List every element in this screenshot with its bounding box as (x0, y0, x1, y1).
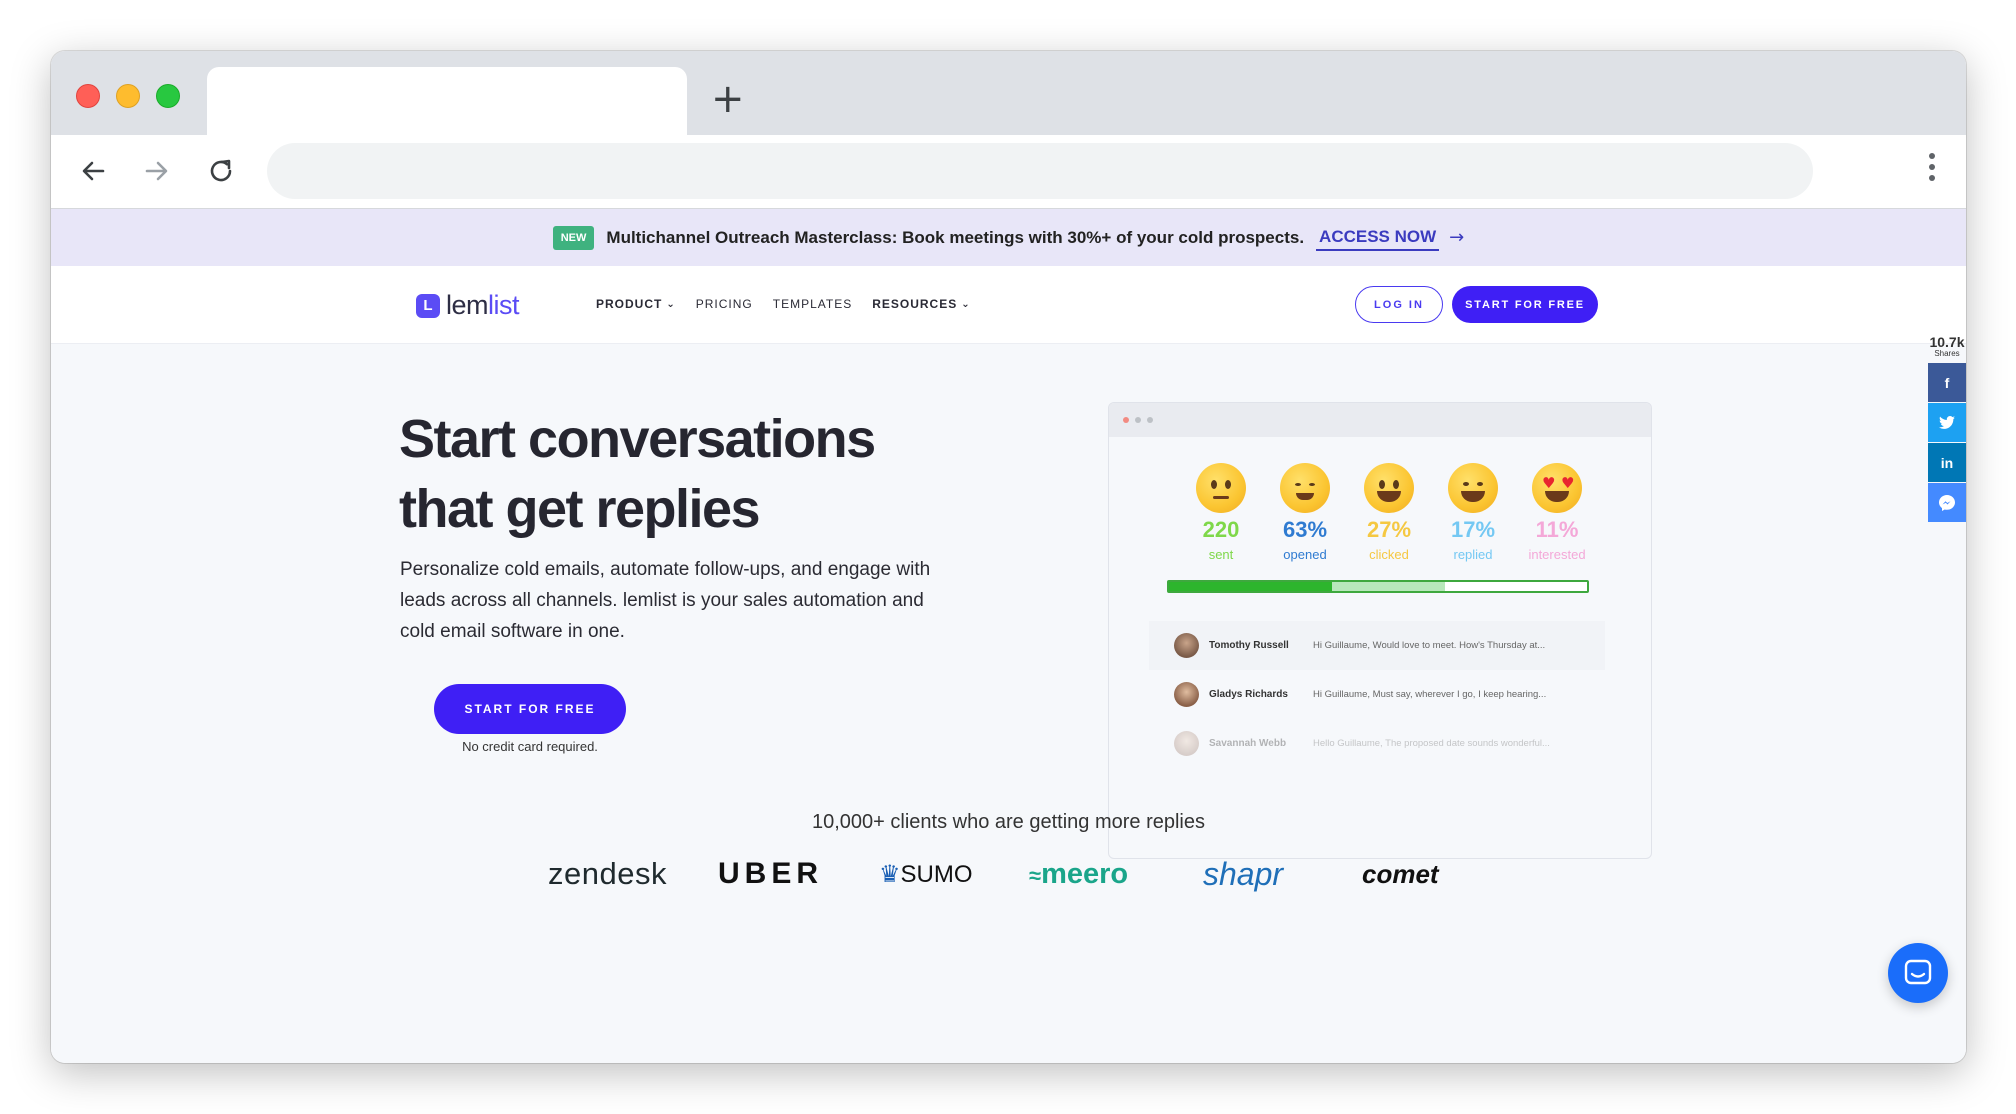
grinning-emoji-icon (1364, 463, 1414, 513)
announcement-text: Multichannel Outreach Masterclass: Book … (606, 227, 1305, 247)
chevron-down-icon: ⌄ (961, 298, 971, 310)
uber-logo: UBER (718, 857, 824, 890)
crown-icon: ♛ (879, 860, 901, 888)
browser-toolbar (51, 135, 1966, 209)
sumo-logo: ♛SUMO (879, 860, 973, 888)
share-count: 10.7k (1929, 334, 1965, 350)
twitter-share-button[interactable] (1928, 403, 1966, 442)
reply-row[interactable]: Gladys Richards Hi Guillaume, Must say, … (1149, 670, 1605, 719)
access-now-link[interactable]: ACCESS NOW (1316, 225, 1440, 251)
tab-strip: + (51, 51, 1966, 135)
mockup-titlebar (1109, 403, 1651, 437)
reply-row[interactable]: Tomothy Russell Hi Guillaume, Would love… (1149, 621, 1605, 670)
twitter-icon (1939, 415, 1955, 429)
close-window-button[interactable] (76, 84, 100, 108)
progress-fill-primary (1169, 582, 1333, 591)
meero-mark-icon: ≈ (1029, 863, 1042, 888)
new-badge: NEW (552, 225, 595, 250)
stat-replied: 17% replied (1431, 463, 1515, 562)
share-label: Shares (1934, 349, 1960, 358)
lemlist-logo-icon: L (416, 293, 440, 318)
facebook-icon: f (1944, 374, 1950, 391)
browser-window: + NEW Multichannel Outreach Masterclass:… (51, 51, 1966, 1063)
avatar (1174, 731, 1199, 756)
chat-icon (1904, 959, 1932, 985)
comet-logo: comet (1362, 859, 1439, 889)
stat-opened: 63% opened (1263, 463, 1347, 562)
no-credit-card-note: No credit card required. (462, 739, 598, 754)
campaign-progress-bar (1167, 580, 1589, 593)
zendesk-logo: zendesk (548, 856, 667, 891)
campaign-stats: 220 sent 63% opened 27% clicked 17% repl… (1179, 463, 1599, 562)
nav-pricing[interactable]: PRICING (696, 297, 753, 311)
new-tab-icon[interactable]: + (711, 79, 745, 119)
site-header: L lemlist PRODUCT ⌄ PRICING TEMPLATES RES… (51, 266, 1966, 344)
smiling-emoji-icon (1280, 463, 1330, 513)
forward-icon[interactable] (137, 151, 177, 191)
nav-product[interactable]: PRODUCT ⌄ (596, 297, 676, 311)
announcement-bar: NEW Multichannel Outreach Masterclass: B… (51, 209, 1966, 266)
back-icon[interactable] (73, 151, 113, 191)
maximize-window-button[interactable] (156, 84, 180, 108)
minimize-window-button[interactable] (116, 84, 140, 108)
nav-templates[interactable]: TEMPLATES (773, 297, 852, 311)
web-page: NEW Multichannel Outreach Masterclass: B… (51, 209, 1966, 1063)
address-bar[interactable] (267, 143, 1813, 199)
stat-interested: ♥ ♥ 11% interested (1515, 463, 1599, 562)
avatar (1174, 682, 1199, 707)
product-mockup: 220 sent 63% opened 27% clicked 17% repl… (1108, 402, 1652, 859)
social-share-bar: 10.7k Shares f in (1928, 334, 1966, 523)
main-nav: PRODUCT ⌄ PRICING TEMPLATES RESOURCES ⌄ (596, 297, 991, 311)
hero-start-button[interactable]: START FOR FREE (434, 684, 626, 734)
facebook-share-button[interactable]: f (1928, 363, 1966, 402)
meero-logo: ≈meero (1029, 858, 1129, 890)
active-tab[interactable] (207, 67, 687, 135)
hero-title: Start conversations that get replies (399, 409, 876, 539)
linkedin-icon: in (1940, 454, 1954, 471)
shapr-logo: shapr (1203, 856, 1284, 892)
beaming-emoji-icon (1448, 463, 1498, 513)
reply-row[interactable]: Savannah Webb Hello Guillaume, The propo… (1149, 719, 1605, 768)
nav-resources[interactable]: RESOURCES ⌄ (872, 297, 970, 311)
chevron-down-icon: ⌄ (666, 298, 676, 310)
clients-heading: 10,000+ clients who are getting more rep… (811, 811, 1205, 833)
hero-description: Personalize cold emails, automate follow… (400, 559, 931, 642)
linkedin-share-button[interactable]: in (1928, 443, 1966, 482)
progress-fill-secondary (1332, 582, 1445, 591)
messenger-share-button[interactable] (1928, 483, 1966, 522)
reload-icon[interactable] (201, 151, 241, 191)
login-button[interactable]: LOG IN (1355, 286, 1443, 323)
logo-wordmark: lemlist (446, 290, 520, 320)
thinking-emoji-icon (1196, 463, 1246, 513)
arrow-right-icon[interactable]: → (1449, 227, 1464, 248)
lemlist-logo[interactable]: L lemlist (416, 290, 520, 321)
stat-clicked: 27% clicked (1347, 463, 1431, 562)
chat-launcher-button[interactable] (1888, 943, 1948, 1003)
header-start-button[interactable]: START FOR FREE (1452, 286, 1598, 323)
reply-list: Tomothy Russell Hi Guillaume, Would love… (1149, 621, 1605, 768)
client-logos: zendesk UBER ♛SUMO ≈meero shapr comet (51, 849, 1966, 899)
browser-menu-icon[interactable] (1928, 153, 1936, 193)
avatar (1174, 633, 1199, 658)
messenger-icon (1939, 494, 1955, 511)
heart-eyes-emoji-icon: ♥ ♥ (1532, 463, 1582, 513)
stat-sent: 220 sent (1179, 463, 1263, 562)
